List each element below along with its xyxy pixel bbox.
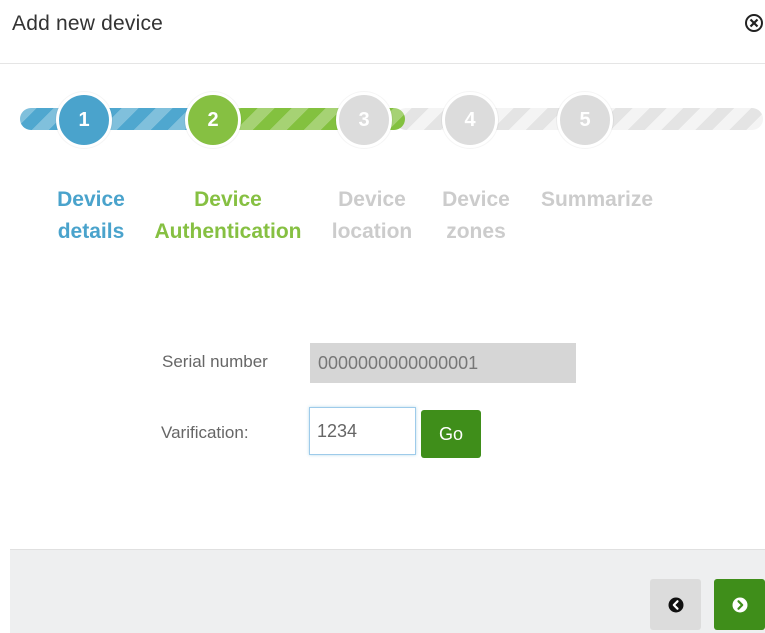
authentication-form: Serial number Varification: Go [0, 330, 765, 480]
verification-label: Varification: [161, 423, 249, 442]
step-1-label[interactable]: Device details [40, 184, 142, 248]
step-4-label-line1: Device [442, 188, 510, 211]
dialog-title: Add new device [12, 12, 164, 35]
step-5-label: Summarize [534, 184, 660, 216]
step-4-circle: 4 [442, 92, 498, 148]
step-2-label-line2: Authentication [154, 220, 302, 243]
step-2-circle[interactable]: 2 [185, 92, 241, 148]
serial-number-field [310, 343, 576, 383]
step-3-label: Device location [322, 184, 422, 248]
previous-step-button[interactable] [650, 579, 701, 630]
step-1-label-line2: details [57, 220, 125, 243]
step-2-label[interactable]: Device Authentication [148, 184, 308, 248]
dialog-footer [10, 549, 765, 633]
step-2-label-line1: Device [194, 188, 262, 211]
arrow-right-icon [732, 597, 747, 612]
step-1-circle[interactable]: 1 [56, 92, 112, 148]
step-1-label-line1: Device [57, 188, 125, 211]
go-button[interactable]: Go [421, 410, 481, 458]
next-step-button[interactable] [714, 579, 765, 630]
step-5-circle: 5 [557, 92, 613, 148]
close-icon[interactable] [743, 12, 765, 34]
verification-input[interactable] [309, 407, 416, 455]
add-device-dialog: Add new device 1 2 3 4 5 Device details … [0, 0, 765, 633]
step-3-circle: 3 [336, 92, 392, 148]
step-3-label-line1: Device [338, 188, 406, 211]
wizard-stepper: 1 2 3 4 5 Device details Device Authenti… [0, 84, 765, 254]
step-4-label: Device zones [432, 184, 520, 248]
step-3-label-line2: location [331, 220, 413, 243]
step-5-label-line1: Summarize [540, 188, 654, 211]
serial-number-label: Serial number [162, 352, 268, 371]
step-4-label-line2: zones [446, 220, 506, 243]
arrow-left-icon [668, 597, 683, 612]
dialog-header: Add new device [0, 0, 765, 64]
